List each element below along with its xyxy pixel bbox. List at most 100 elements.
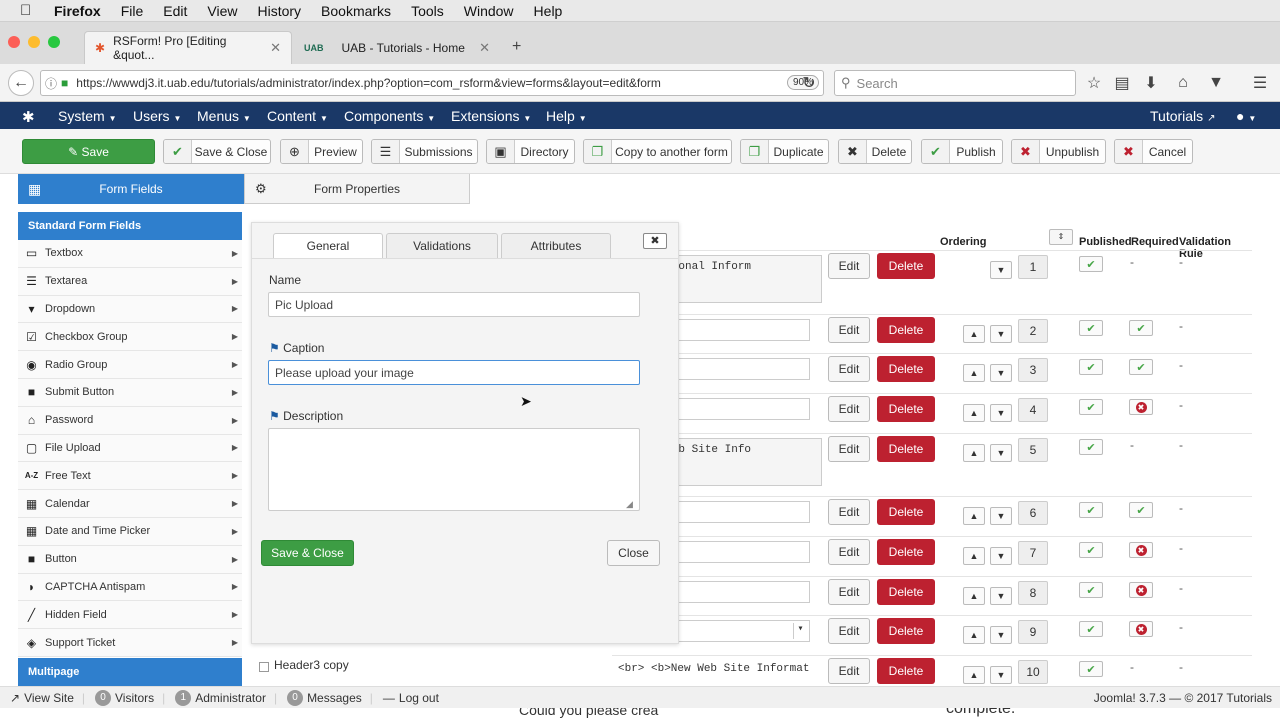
apple-icon[interactable]:  (20, 2, 40, 19)
move-down-icon[interactable]: ▼ (990, 547, 1012, 565)
modal-save-close-button[interactable]: Save & Close (261, 540, 354, 566)
move-up-icon[interactable]: ▲ (963, 547, 985, 565)
menu-help[interactable]: Help ▼ (546, 108, 587, 124)
required-check-icon[interactable]: ✔ (1129, 502, 1153, 518)
sidebar-item-checkbox-group[interactable]: ☑ Checkbox Group ▶ (18, 323, 242, 352)
cancel-button[interactable]: ✖ Cancel (1114, 139, 1193, 164)
published-check-icon[interactable]: ✔ (1079, 359, 1103, 375)
required-x-icon[interactable]: ✖ (1129, 542, 1153, 558)
save-button[interactable]: ✎ Save (22, 139, 155, 164)
menu-menus[interactable]: Menus ▼ (197, 108, 251, 124)
move-down-icon[interactable]: ▼ (990, 261, 1012, 279)
delete-button[interactable]: Delete (877, 579, 935, 605)
menu-view[interactable]: View (207, 3, 237, 19)
edit-button[interactable]: Edit (828, 356, 870, 382)
menu-tools[interactable]: Tools (411, 3, 444, 19)
caption-field[interactable]: Please upload your image (268, 360, 640, 385)
menu-file[interactable]: File (121, 3, 144, 19)
sidebar-item-radio-group[interactable]: ◉ Radio Group ▶ (18, 351, 242, 379)
edit-button[interactable]: Edit (828, 317, 870, 343)
move-up-icon[interactable]: ▲ (963, 404, 985, 422)
published-check-icon[interactable]: ✔ (1079, 502, 1103, 518)
sidebar-item-textarea[interactable]: ☰ Textarea ▶ (18, 267, 242, 296)
sidebar-item-support-ticket[interactable]: ◈ Support Ticket ▶ (18, 629, 242, 657)
delete-button[interactable]: Delete (877, 317, 935, 343)
move-down-icon[interactable]: ▼ (990, 666, 1012, 684)
hamburger-menu-icon[interactable]: ☰ (1247, 70, 1273, 96)
delete-button[interactable]: Delete (877, 396, 935, 422)
sidebar-item-dropdown[interactable]: ▾ Dropdown ▶ (18, 295, 242, 324)
close-tab-icon[interactable]: ✕ (479, 40, 490, 56)
published-check-icon[interactable]: ✔ (1079, 661, 1103, 677)
required-check-icon[interactable]: ✔ (1129, 359, 1153, 375)
ordering-field[interactable]: 6 (1018, 501, 1048, 525)
menu-components[interactable]: Components ▼ (344, 108, 435, 124)
site-link[interactable]: Tutorials ↗ (1150, 108, 1215, 124)
messages-status[interactable]: 0 Messages (287, 689, 362, 706)
edit-button[interactable]: Edit (828, 658, 870, 684)
menu-system[interactable]: System ▼ (58, 108, 117, 124)
tab-form-fields[interactable]: ▦ Form Fields (18, 174, 244, 204)
ordering-field[interactable]: 7 (1018, 541, 1048, 565)
delete-button[interactable]: Delete (877, 658, 935, 684)
move-down-icon[interactable]: ▼ (990, 364, 1012, 382)
menu-content[interactable]: Content ▼ (267, 108, 328, 124)
menu-help[interactable]: Help (534, 3, 563, 19)
tab-general[interactable]: General (273, 233, 383, 258)
sidebar-multipage[interactable]: Multipage (18, 657, 242, 686)
edit-button[interactable]: Edit (828, 618, 870, 644)
joomla-logo-icon[interactable]: ✱ (22, 108, 35, 126)
visitors-status[interactable]: 0 Visitors (95, 689, 154, 706)
move-down-icon[interactable]: ▼ (990, 587, 1012, 605)
ordering-field[interactable]: 4 (1018, 398, 1048, 422)
url-bar[interactable]: ⓘ ■ https://wwwdj3.it.uab.edu/tutorials/… (40, 70, 824, 96)
directory-button[interactable]: ▣ Directory (486, 139, 575, 164)
menu-bookmarks[interactable]: Bookmarks (321, 3, 391, 19)
back-icon[interactable]: ← (8, 70, 34, 96)
move-up-icon[interactable]: ▲ (963, 325, 985, 343)
edit-button[interactable]: Edit (828, 539, 870, 565)
resize-handle-icon[interactable]: ◢ (626, 499, 633, 510)
sidebar-item-date-and-time-picker[interactable]: ▦ Date and Time Picker ▶ (18, 517, 242, 546)
required-x-icon[interactable]: ✖ (1129, 621, 1153, 637)
sidebar-item-captcha-antispam[interactable]: ◗ CAPTCHA Antispam ▶ (18, 573, 242, 602)
sidebar-item-button[interactable]: ■ Button ▶ (18, 545, 242, 574)
published-check-icon[interactable]: ✔ (1079, 439, 1103, 455)
ordering-field[interactable]: 9 (1018, 620, 1048, 644)
close-window-icon[interactable] (8, 36, 20, 48)
required-x-icon[interactable]: ✖ (1129, 399, 1153, 415)
edit-button[interactable]: Edit (828, 253, 870, 279)
tab-form-properties[interactable]: ⚙ Form Properties (244, 174, 470, 204)
required-check-icon[interactable]: ✔ (1129, 320, 1153, 336)
sidebar-item-submit-button[interactable]: ■ Submit Button ▶ (18, 378, 242, 407)
move-up-icon[interactable]: ▲ (963, 507, 985, 525)
sidebar-item-calendar[interactable]: ▦ Calendar ▶ (18, 490, 242, 518)
sidebar-item-free-text[interactable]: A-Z Free Text ▶ (18, 462, 242, 491)
delete-button[interactable]: Delete (877, 499, 935, 525)
menu-firefox[interactable]: Firefox (54, 3, 101, 19)
reading-list-icon[interactable]: ▤ (1109, 70, 1135, 96)
edit-button[interactable]: Edit (828, 499, 870, 525)
info-icon[interactable]: ⓘ (45, 75, 57, 92)
minimize-window-icon[interactable] (28, 36, 40, 48)
delete-button[interactable]: Delete (877, 436, 935, 462)
published-check-icon[interactable]: ✔ (1079, 621, 1103, 637)
pocket-icon[interactable]: ▼ (1203, 70, 1229, 96)
close-icon[interactable]: ✖ (643, 233, 667, 249)
ordering-field[interactable]: 8 (1018, 581, 1048, 605)
save-close-button[interactable]: ✔ Save & Close (163, 139, 271, 164)
bookmark-star-icon[interactable]: ☆ (1081, 70, 1107, 96)
ordering-field[interactable]: 5 (1018, 438, 1048, 462)
move-up-icon[interactable]: ▲ (963, 626, 985, 644)
reload-icon[interactable]: ↻ (796, 70, 822, 96)
move-up-icon[interactable]: ▲ (963, 587, 985, 605)
move-down-icon[interactable]: ▼ (990, 325, 1012, 343)
chevron-down-icon[interactable]: ▾ (793, 623, 807, 639)
submissions-button[interactable]: ☰ Submissions (371, 139, 478, 164)
browser-tab-rsform[interactable]: ✱ RSForm! Pro [Editing &quot... ✕ (84, 31, 292, 64)
move-down-icon[interactable]: ▼ (990, 404, 1012, 422)
close-tab-icon[interactable]: ✕ (270, 40, 281, 56)
ordering-field[interactable]: 10 (1018, 660, 1048, 684)
publish-button[interactable]: ✔ Publish (921, 139, 1003, 164)
description-field[interactable] (268, 428, 640, 511)
